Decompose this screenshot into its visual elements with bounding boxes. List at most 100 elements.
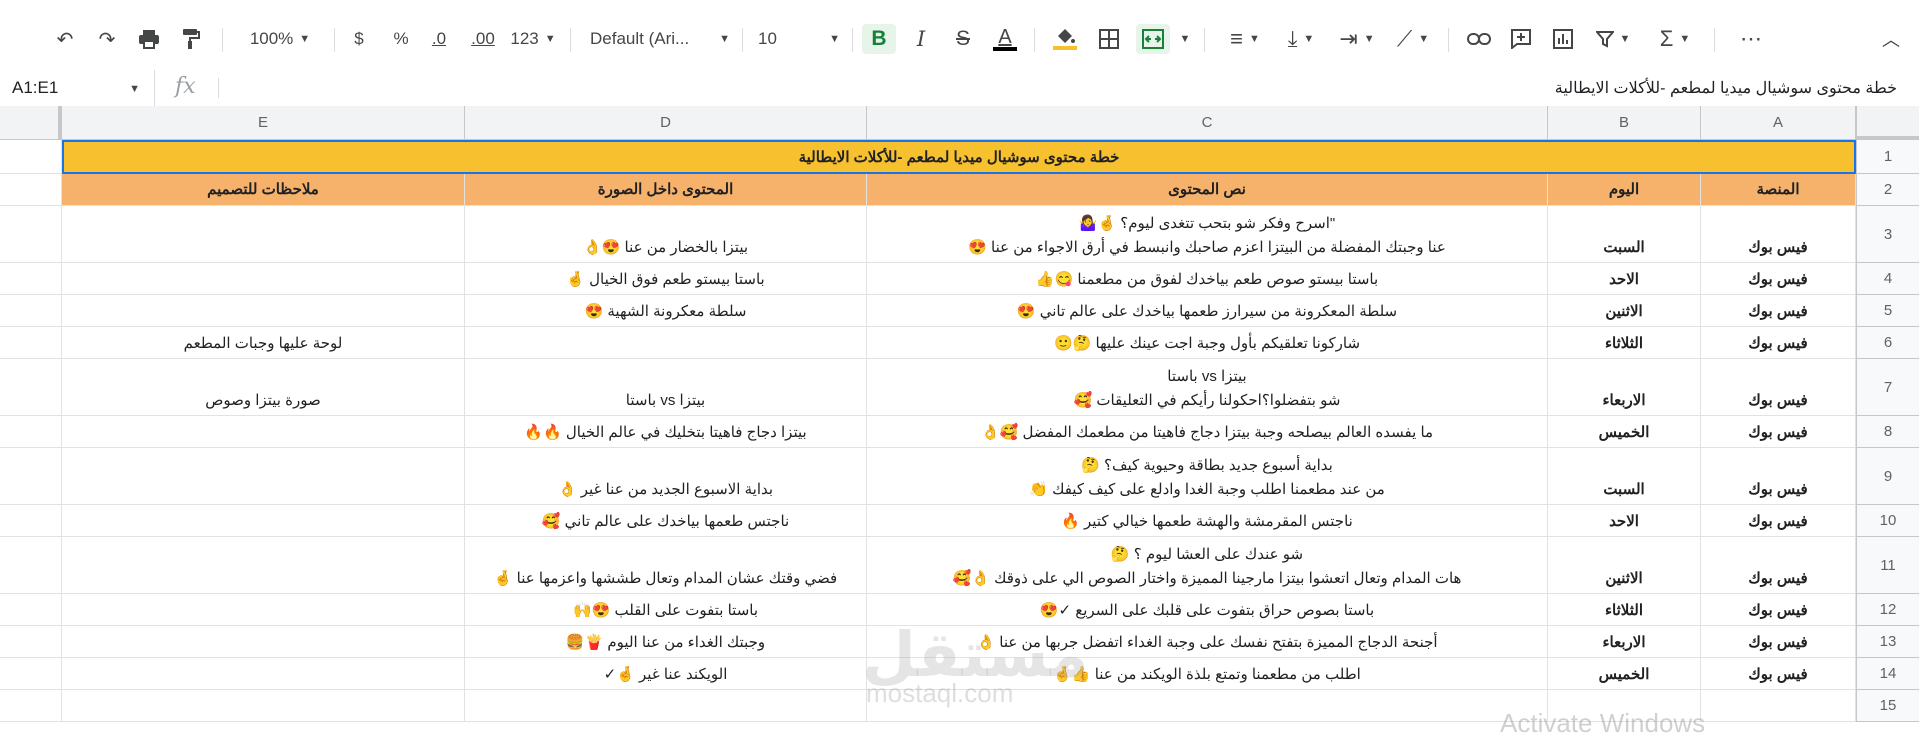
percent-button[interactable]: % bbox=[386, 24, 416, 54]
cell-D15[interactable] bbox=[465, 690, 867, 722]
formula-input[interactable]: خطة محتوى سوشيال ميديا لمطعم -للأكلات ال… bbox=[1555, 78, 1897, 98]
merge-icon[interactable] bbox=[1136, 24, 1170, 54]
row-header-11[interactable]: 11 bbox=[1856, 537, 1919, 594]
cell-B11[interactable]: الاثنين bbox=[1548, 537, 1701, 594]
align-icon[interactable]: ≡ ▼ bbox=[1222, 24, 1268, 54]
cell-A5[interactable]: فيس بوك bbox=[1701, 295, 1856, 327]
wrap-icon[interactable]: ⇥ ▼ bbox=[1334, 24, 1380, 54]
cell-E10[interactable] bbox=[62, 505, 465, 537]
column-header-C[interactable]: C bbox=[867, 106, 1548, 140]
cell-B3[interactable]: السبت bbox=[1548, 206, 1701, 263]
cell-B5[interactable]: الاثنين bbox=[1548, 295, 1701, 327]
print-icon[interactable] bbox=[134, 24, 164, 54]
more-formats-button[interactable]: 123 ▼ bbox=[508, 24, 558, 54]
cell-A13[interactable]: فيس بوك bbox=[1701, 626, 1856, 658]
more-options-button[interactable]: ⋯ bbox=[1736, 24, 1766, 54]
row-header-9[interactable]: 9 bbox=[1856, 448, 1919, 505]
row-header-3[interactable]: 3 bbox=[1856, 206, 1919, 263]
font-select[interactable]: Default (Ari... ▼ bbox=[590, 24, 730, 54]
cell-C7[interactable]: بيتزا vs باستا شو بتفضلوا؟احكولنا رأيكم ف… bbox=[867, 359, 1548, 416]
cell-D5[interactable]: سلطة معكرونة الشهية 😍 bbox=[465, 295, 867, 327]
cell-B6[interactable]: الثلاثاء bbox=[1548, 327, 1701, 359]
cell-D10[interactable]: ناجتس طعمها بياخدك على عالم تاني 🥰 bbox=[465, 505, 867, 537]
cell-A9[interactable]: فيس بوك bbox=[1701, 448, 1856, 505]
fill-color-icon[interactable] bbox=[1050, 24, 1080, 54]
cell-D9[interactable]: بداية الاسبوع الجديد من عنا غير 👌 bbox=[465, 448, 867, 505]
cell-B9[interactable]: السبت bbox=[1548, 448, 1701, 505]
bold-button[interactable]: B bbox=[862, 24, 896, 54]
italic-button[interactable]: I bbox=[906, 24, 936, 54]
cell-D13[interactable]: وجبتك الغداء من عنا اليوم 🍟🍔 bbox=[465, 626, 867, 658]
font-size-select[interactable]: 10 ▼ bbox=[758, 24, 840, 54]
cell-A14[interactable]: فيس بوك bbox=[1701, 658, 1856, 690]
cell-A7[interactable]: فيس بوك bbox=[1701, 359, 1856, 416]
increase-decimal-button[interactable]: .00 bbox=[468, 24, 498, 54]
borders-icon[interactable] bbox=[1094, 24, 1124, 54]
cell-D11[interactable]: فضي وقتك عشان المدام وتعال طششها واعزمها… bbox=[465, 537, 867, 594]
cell-E7[interactable]: صورة بيتزا وصوص bbox=[62, 359, 465, 416]
cell-E4[interactable] bbox=[62, 263, 465, 295]
column-header-D[interactable]: D bbox=[465, 106, 867, 140]
cell-D7[interactable]: بيتزا vs باستا bbox=[465, 359, 867, 416]
cell-E12[interactable] bbox=[62, 594, 465, 626]
cell-E8[interactable] bbox=[62, 416, 465, 448]
cell-E13[interactable] bbox=[62, 626, 465, 658]
cell-C6[interactable]: شاركونا تعلقيكم بأول وجبة اجت عينك عليها… bbox=[867, 327, 1548, 359]
collapse-toolbar-icon[interactable]: ︿ bbox=[1876, 24, 1906, 54]
cell-C5[interactable]: سلطة المعكرونة من سيرارز طعمها بياخدك عل… bbox=[867, 295, 1548, 327]
cell-D12[interactable]: باستا بتفوت على القلب 😍🙌 bbox=[465, 594, 867, 626]
cell-C10[interactable]: ناجتس المقرمشة والهشة طعمها خيالي كتير 🔥 bbox=[867, 505, 1548, 537]
row-header-1[interactable]: 1 bbox=[1856, 140, 1919, 174]
cell-C8[interactable]: ما يفسده العالم بيصلحه وجبة بيتزا دجاج ف… bbox=[867, 416, 1548, 448]
cell-A4[interactable]: فيس بوك bbox=[1701, 263, 1856, 295]
cell-D14[interactable]: الويكند عنا غير 🤞✓ bbox=[465, 658, 867, 690]
cell-A8[interactable]: فيس بوك bbox=[1701, 416, 1856, 448]
header-cell-A[interactable]: المنصة bbox=[1701, 174, 1856, 206]
paint-format-icon[interactable] bbox=[176, 24, 206, 54]
row-header-2[interactable]: 2 bbox=[1856, 174, 1919, 206]
decrease-decimal-button[interactable]: .0 bbox=[424, 24, 454, 54]
cell-D8[interactable]: بيتزا دجاج فاهيتا بتخليك في عالم الخيال … bbox=[465, 416, 867, 448]
link-icon[interactable] bbox=[1464, 24, 1494, 54]
cell-E3[interactable] bbox=[62, 206, 465, 263]
cell-C4[interactable]: باستا بيستو صوص طعم بياخدك لفوق من مطعمن… bbox=[867, 263, 1548, 295]
cell-B13[interactable]: الاربعاء bbox=[1548, 626, 1701, 658]
merge-dropdown[interactable]: ▼ bbox=[1178, 24, 1192, 54]
cell-C3[interactable]: "اسرح وفكر شو بتحب تتغدى ليوم؟ 🤞🤷‍♀️ عنا … bbox=[867, 206, 1548, 263]
cell-E14[interactable] bbox=[62, 658, 465, 690]
row-header-5[interactable]: 5 bbox=[1856, 295, 1919, 327]
currency-button[interactable]: $ bbox=[344, 24, 374, 54]
cell-C9[interactable]: بداية أسبوع جديد بطاقة وحيوية كيف؟ 🤔 من ع… bbox=[867, 448, 1548, 505]
row-header-6[interactable]: 6 bbox=[1856, 327, 1919, 359]
zoom-select[interactable]: 100% ▼ bbox=[238, 24, 322, 54]
cell-A3[interactable]: فيس بوك bbox=[1701, 206, 1856, 263]
column-header-B[interactable]: B bbox=[1548, 106, 1701, 140]
cell-B7[interactable]: الاربعاء bbox=[1548, 359, 1701, 416]
cell-B10[interactable]: الاحد bbox=[1548, 505, 1701, 537]
select-all-corner[interactable] bbox=[1856, 106, 1919, 140]
column-header-A[interactable]: A bbox=[1701, 106, 1856, 140]
valign-icon[interactable]: ⤓ ▼ bbox=[1278, 24, 1324, 54]
cell-D3[interactable]: بيتزا بالخضار من عنا 😍👌 bbox=[465, 206, 867, 263]
functions-icon[interactable]: Σ ▼ bbox=[1652, 24, 1698, 54]
row-header-4[interactable]: 4 bbox=[1856, 263, 1919, 295]
sheet-title-cell[interactable]: خطة محتوى سوشيال ميديا لمطعم -للأكلات ال… bbox=[62, 140, 1856, 174]
cell-B8[interactable]: الخميس bbox=[1548, 416, 1701, 448]
cell-A6[interactable]: فيس بوك bbox=[1701, 327, 1856, 359]
strikethrough-button[interactable]: S bbox=[948, 24, 978, 54]
cell-C11[interactable]: شو عندك على العشا ليوم ؟ 🤔 هات المدام وتع… bbox=[867, 537, 1548, 594]
name-box[interactable]: A1:E1 ▼ bbox=[0, 70, 155, 106]
header-cell-E[interactable]: ملاحظات للتصميم bbox=[62, 174, 465, 206]
comment-icon[interactable] bbox=[1506, 24, 1536, 54]
redo-icon[interactable]: ↷ bbox=[92, 24, 122, 54]
row-header-10[interactable]: 10 bbox=[1856, 505, 1919, 537]
row-header-7[interactable]: 7 bbox=[1856, 359, 1919, 416]
undo-icon[interactable]: ↶ bbox=[50, 24, 80, 54]
rotate-icon[interactable]: ⟋ ▼ bbox=[1390, 24, 1436, 54]
cell-B14[interactable]: الخميس bbox=[1548, 658, 1701, 690]
header-cell-C[interactable]: نص المحتوى bbox=[867, 174, 1548, 206]
cell-D4[interactable]: باستا بيستو طعم فوق الخيال 🤞 bbox=[465, 263, 867, 295]
row-header-15[interactable]: 15 bbox=[1856, 690, 1919, 722]
header-cell-B[interactable]: اليوم bbox=[1548, 174, 1701, 206]
chart-icon[interactable] bbox=[1548, 24, 1578, 54]
